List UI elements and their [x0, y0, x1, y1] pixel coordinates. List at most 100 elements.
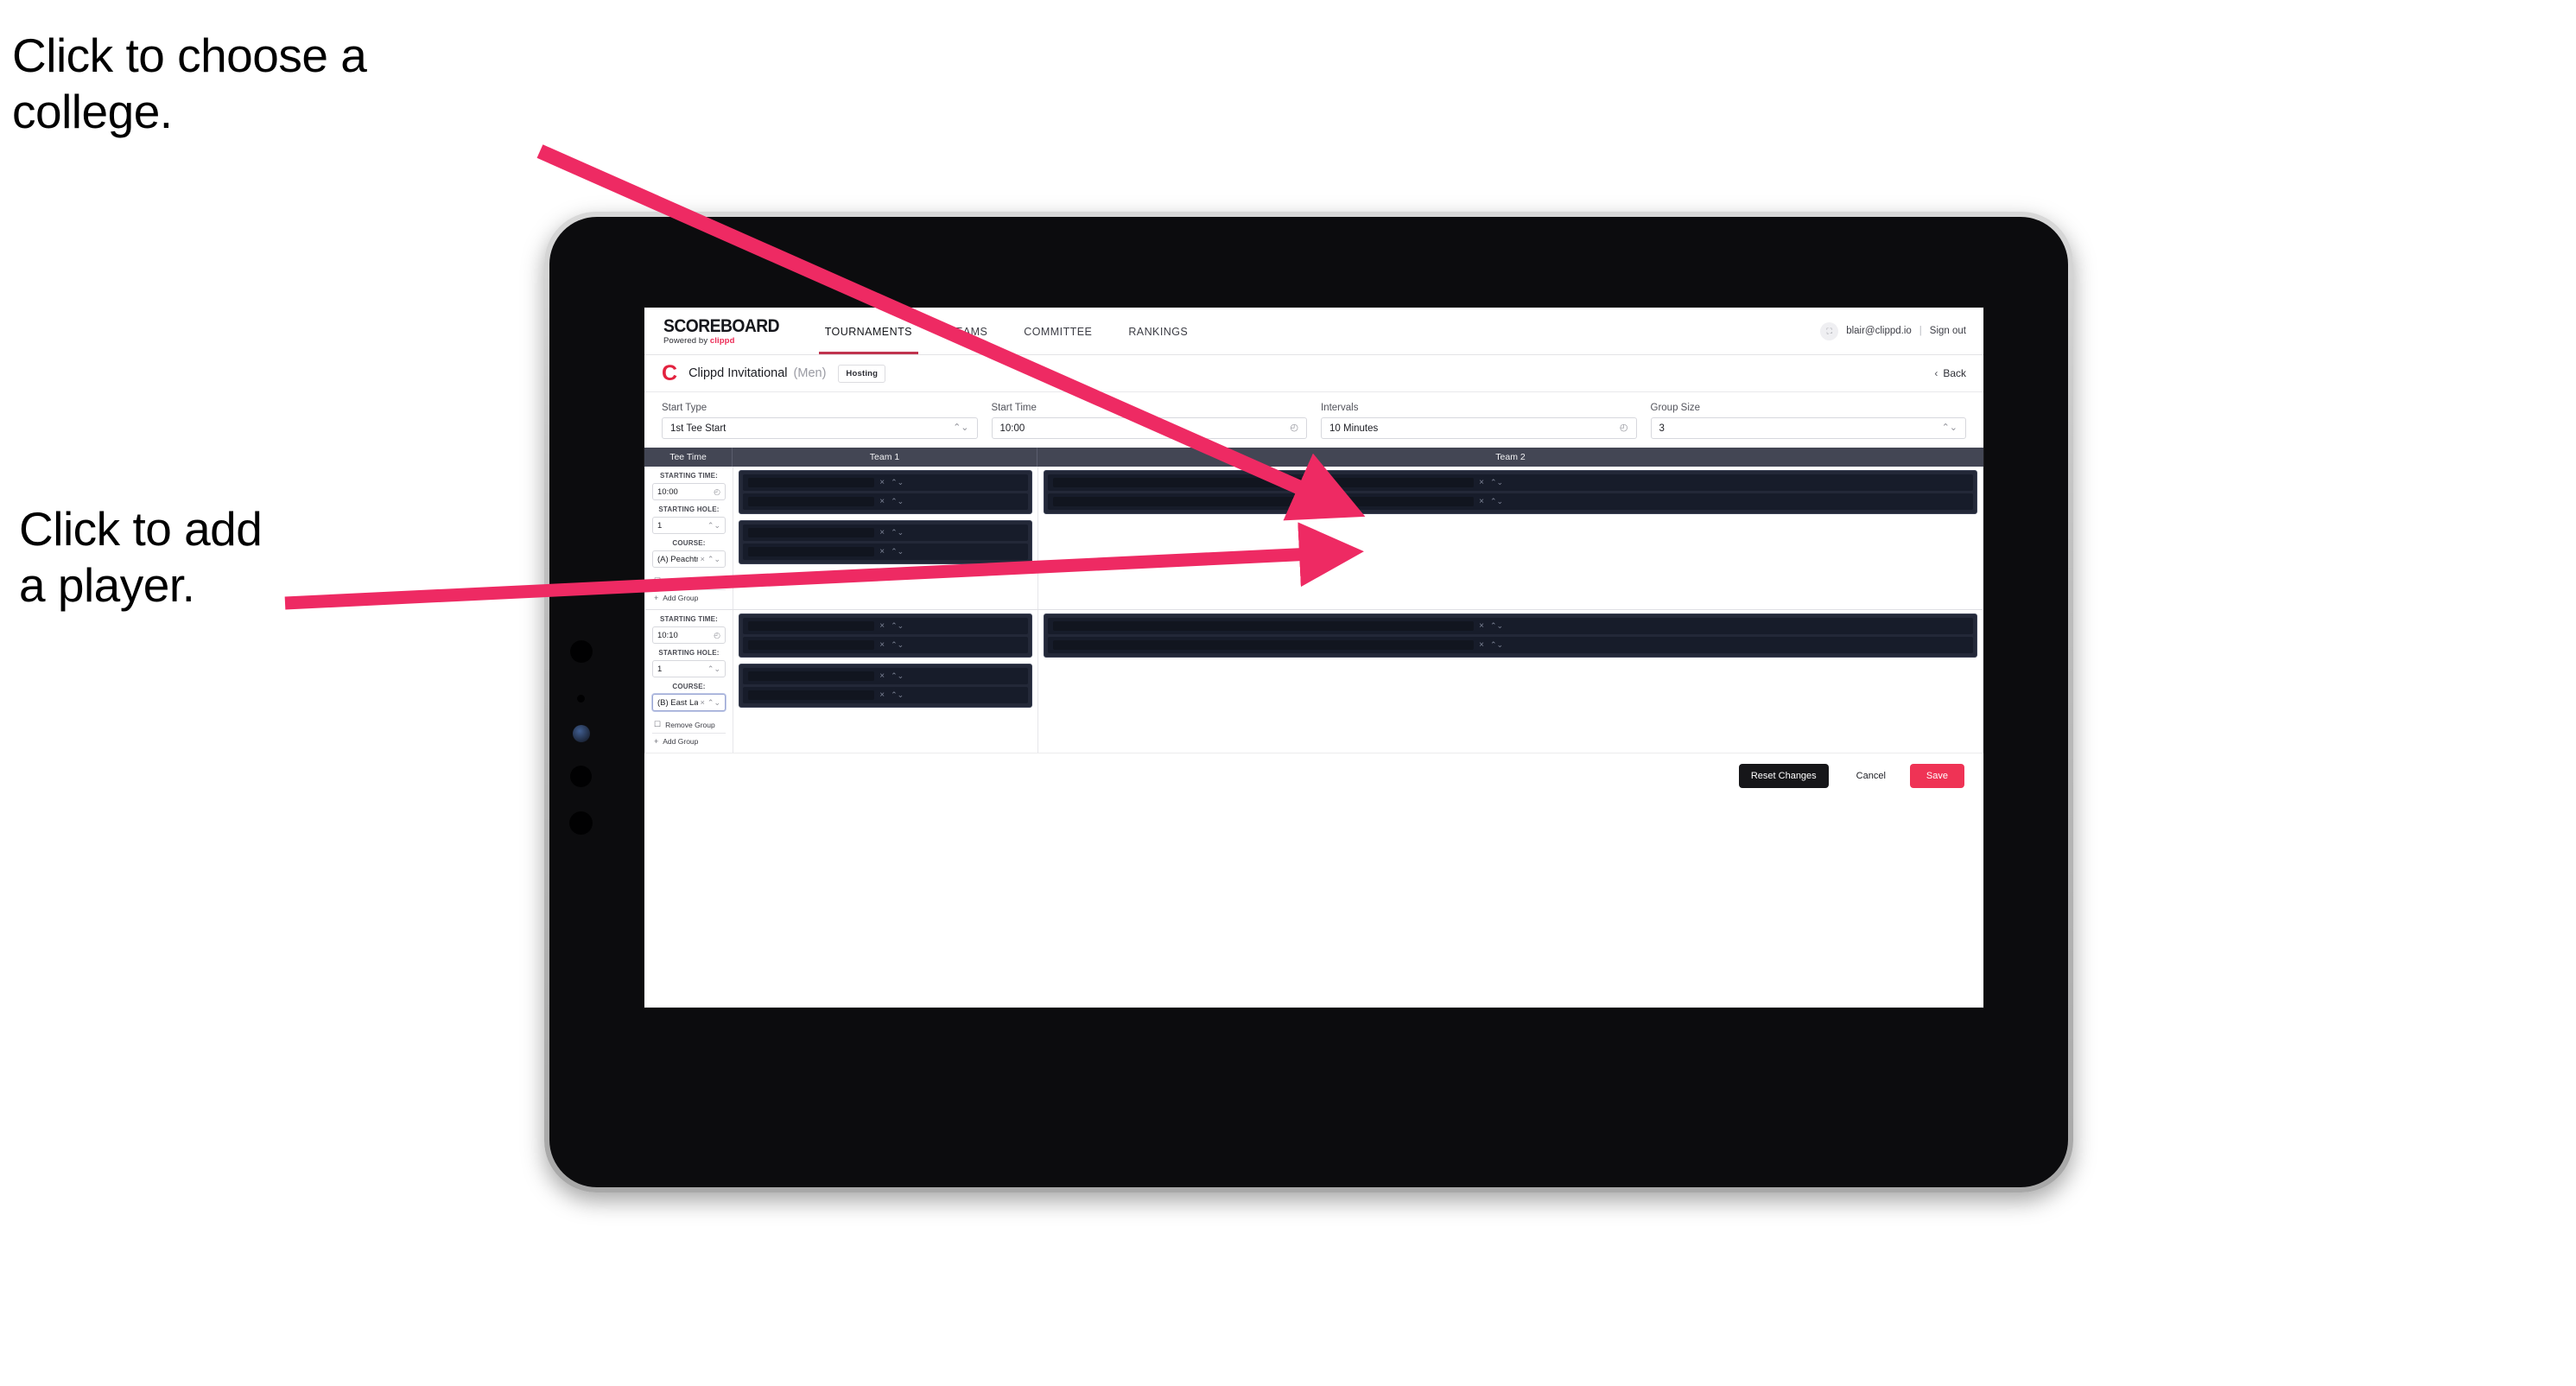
start-time-input[interactable]: 10:00 ◴ — [991, 417, 1307, 439]
course-input[interactable]: (B) East Lake GC×⌃⌄ — [652, 694, 726, 711]
back-button[interactable]: ‹ Back — [1934, 367, 1966, 379]
player-row[interactable]: × ⌃⌄ — [743, 668, 1028, 684]
add-group-button[interactable]: + Add Group — [652, 734, 726, 749]
player-stepper-icon[interactable]: ⌃⌄ — [1490, 641, 1503, 649]
tee-time-grid[interactable]: STARTING TIME: 10:00 ◴ STARTING HOLE: 1 ⌃⌄ COU… — [644, 467, 1983, 753]
clock-icon[interactable]: ◴ — [714, 631, 720, 639]
player-name-field[interactable] — [748, 640, 875, 650]
nav-item-committee[interactable]: COMMITTEE — [1006, 309, 1110, 353]
player-stepper-icon[interactable]: ⌃⌄ — [891, 498, 904, 505]
group-size-input[interactable]: 3 ⌃⌄ — [1650, 417, 1966, 439]
avatar[interactable]: ⛶ — [1820, 321, 1839, 340]
save-button[interactable]: Save — [1909, 764, 1964, 788]
stepper-icon[interactable]: ⌃⌄ — [707, 555, 720, 563]
player-name-field[interactable] — [1053, 497, 1475, 506]
clear-player-icon[interactable]: × — [879, 671, 885, 681]
start-type-select[interactable]: 1st Tee Start ⌃⌄ — [662, 417, 978, 439]
starting-hole-input[interactable]: 1 ⌃⌄ — [652, 517, 726, 534]
clear-player-icon[interactable]: × — [1479, 621, 1484, 631]
stepper-icon[interactable]: ⌃⌄ — [707, 664, 720, 673]
column-header-team-1: Team 1 — [733, 448, 1037, 467]
field-intervals: Intervals 10 Minutes ◴ — [1321, 403, 1637, 439]
player-name-field[interactable] — [748, 547, 875, 556]
stepper-icon[interactable]: ⌃⌄ — [707, 521, 720, 530]
player-name-field[interactable] — [1053, 621, 1475, 631]
player-row[interactable]: × ⌃⌄ — [743, 637, 1028, 653]
player-group-box[interactable]: × ⌃⌄ × ⌃⌄ — [1044, 614, 1977, 658]
player-stepper-icon[interactable]: ⌃⌄ — [891, 691, 904, 699]
player-stepper-icon[interactable]: ⌃⌄ — [891, 641, 904, 649]
intervals-input[interactable]: 10 Minutes ◴ — [1321, 417, 1637, 439]
tournament-title: Clippd Invitational — [688, 366, 788, 380]
player-group-box[interactable]: × ⌃⌄ × ⌃⌄ — [739, 470, 1032, 514]
annotation-choose-college: Click to choose a college. — [12, 29, 367, 138]
clear-player-icon[interactable]: × — [879, 547, 885, 556]
stepper-icon[interactable]: ⌃⌄ — [953, 423, 968, 433]
player-group-box[interactable]: × ⌃⌄ × ⌃⌄ — [739, 520, 1032, 564]
player-row[interactable]: × ⌃⌄ — [1048, 474, 1973, 491]
starting-hole-input[interactable]: 1 ⌃⌄ — [652, 660, 726, 677]
clock-icon[interactable]: ◴ — [714, 487, 720, 496]
player-row[interactable]: × ⌃⌄ — [743, 474, 1028, 491]
player-name-field[interactable] — [748, 621, 875, 631]
player-name-field[interactable] — [1053, 478, 1475, 487]
clear-course-icon[interactable]: × — [701, 698, 705, 707]
player-stepper-icon[interactable]: ⌃⌄ — [1490, 498, 1503, 505]
clear-course-icon[interactable]: × — [701, 555, 705, 563]
clear-player-icon[interactable]: × — [879, 497, 885, 506]
player-stepper-icon[interactable]: ⌃⌄ — [891, 548, 904, 556]
clock-icon[interactable]: ◴ — [1290, 423, 1298, 433]
player-group-box[interactable]: × ⌃⌄ × ⌃⌄ — [1044, 470, 1977, 514]
player-name-field[interactable] — [1053, 640, 1475, 650]
player-row[interactable]: × ⌃⌄ — [743, 525, 1028, 541]
clock-icon-2[interactable]: ◴ — [1620, 423, 1628, 433]
player-group-box[interactable]: × ⌃⌄ × ⌃⌄ — [739, 664, 1032, 708]
player-row[interactable]: × ⌃⌄ — [1048, 618, 1973, 634]
clear-player-icon[interactable]: × — [879, 621, 885, 631]
player-stepper-icon[interactable]: ⌃⌄ — [891, 529, 904, 537]
trash-icon: ☐ — [654, 720, 662, 728]
nav-item-tournaments[interactable]: TOURNAMENTS — [807, 309, 930, 354]
clear-player-icon[interactable]: × — [1479, 478, 1484, 487]
starting-time-input[interactable]: 10:00 ◴ — [652, 483, 726, 500]
clear-player-icon[interactable]: × — [879, 478, 885, 487]
player-row[interactable]: × ⌃⌄ — [743, 618, 1028, 634]
player-name-field[interactable] — [748, 478, 875, 487]
clear-player-icon[interactable]: × — [879, 528, 885, 537]
course-input[interactable]: (A) Peachtree GC×⌃⌄ — [652, 550, 726, 568]
player-stepper-icon[interactable]: ⌃⌄ — [1490, 622, 1503, 630]
player-stepper-icon[interactable]: ⌃⌄ — [891, 622, 904, 630]
annotation-add-player: Click to add a player. — [19, 502, 263, 612]
tournament-subheader: C Clippd Invitational (Men) Hosting ‹ Ba… — [644, 355, 1983, 392]
player-group-box[interactable]: × ⌃⌄ × ⌃⌄ — [739, 614, 1032, 658]
nav-item-rankings[interactable]: RANKINGS — [1110, 309, 1206, 353]
player-name-field[interactable] — [748, 690, 875, 700]
scoreboard-logo[interactable]: SCOREBOARD Powered by clippd — [644, 317, 807, 346]
clear-player-icon[interactable]: × — [879, 640, 885, 650]
remove-group-button[interactable]: ☐ Remove Group — [652, 716, 726, 734]
player-name-field[interactable] — [748, 528, 875, 537]
player-stepper-icon[interactable]: ⌃⌄ — [891, 479, 904, 486]
stepper-icon-2[interactable]: ⌃⌄ — [1942, 423, 1957, 433]
player-row[interactable]: × ⌃⌄ — [1048, 637, 1973, 653]
player-name-field[interactable] — [748, 497, 875, 506]
player-name-field[interactable] — [748, 671, 875, 681]
remove-group-button[interactable]: ☐ Remove Group — [652, 573, 726, 590]
clear-player-icon[interactable]: × — [879, 690, 885, 700]
clear-player-icon[interactable]: × — [1479, 497, 1484, 506]
reset-changes-button[interactable]: Reset Changes — [1738, 764, 1829, 788]
player-stepper-icon[interactable]: ⌃⌄ — [891, 672, 904, 680]
nav-item-teams[interactable]: TEAMS — [930, 309, 1006, 353]
player-stepper-icon[interactable]: ⌃⌄ — [1490, 479, 1503, 486]
player-row[interactable]: × ⌃⌄ — [1048, 493, 1973, 510]
player-row[interactable]: × ⌃⌄ — [743, 493, 1028, 510]
player-row[interactable]: × ⌃⌄ — [743, 544, 1028, 560]
bezel-sensor-icon — [570, 640, 593, 663]
cancel-button[interactable]: Cancel — [1841, 764, 1901, 788]
clear-player-icon[interactable]: × — [1479, 640, 1484, 650]
player-row[interactable]: × ⌃⌄ — [743, 687, 1028, 703]
stepper-icon[interactable]: ⌃⌄ — [707, 698, 720, 707]
starting-time-input[interactable]: 10:10 ◴ — [652, 626, 726, 644]
sign-out-link[interactable]: Sign out — [1930, 326, 1966, 336]
add-group-button[interactable]: + Add Group — [652, 590, 726, 606]
